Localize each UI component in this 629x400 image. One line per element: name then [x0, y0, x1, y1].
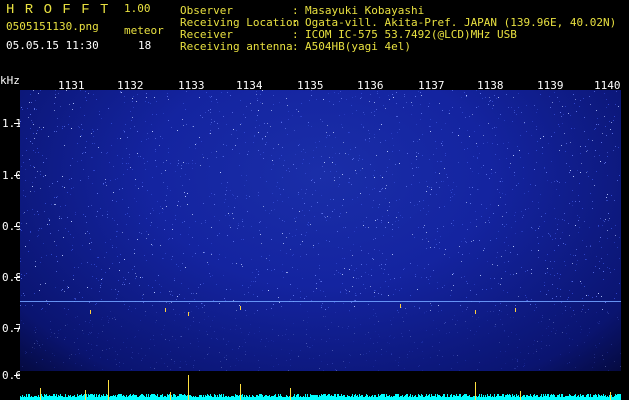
observation-datetime: 05.05.15 11:30 [6, 39, 99, 52]
app-title: H R O F F T [6, 2, 110, 18]
signal-level-strip [20, 371, 621, 400]
antenna-label: Receiving antenna [180, 40, 293, 53]
header-panel: H R O F F T 1.00 0505151130.png meteor 0… [0, 0, 629, 74]
app-version: 1.00 [124, 2, 151, 15]
observer-value: Masayuki Kobayashi [305, 4, 425, 17]
meteor-count-label: meteor [124, 24, 164, 37]
signal-level-graph [20, 375, 621, 400]
meteor-count-value: 18 [138, 39, 152, 52]
location-label: Receiving Location [180, 16, 300, 29]
receiver-label: Receiver [180, 28, 233, 41]
antenna-separator: : [292, 40, 299, 53]
observer-label: Observer [180, 4, 233, 17]
spectrogram-noise [20, 90, 621, 371]
antenna-value: A504HB(yagi 4el) [305, 40, 411, 53]
y-axis-unit: kHz [0, 74, 20, 87]
receiver-value: ICOM IC-575 53.7492(@LCD)MHz USB [305, 28, 517, 41]
spectrogram-display[interactable] [20, 90, 621, 371]
observer-separator: : [292, 4, 299, 17]
file-name: 0505151130.png [6, 20, 99, 33]
receiver-separator: : [292, 28, 299, 41]
location-value: Ogata-vill. Akita-Pref. JAPAN (139.96E, … [305, 16, 617, 29]
location-separator: : [292, 16, 299, 29]
